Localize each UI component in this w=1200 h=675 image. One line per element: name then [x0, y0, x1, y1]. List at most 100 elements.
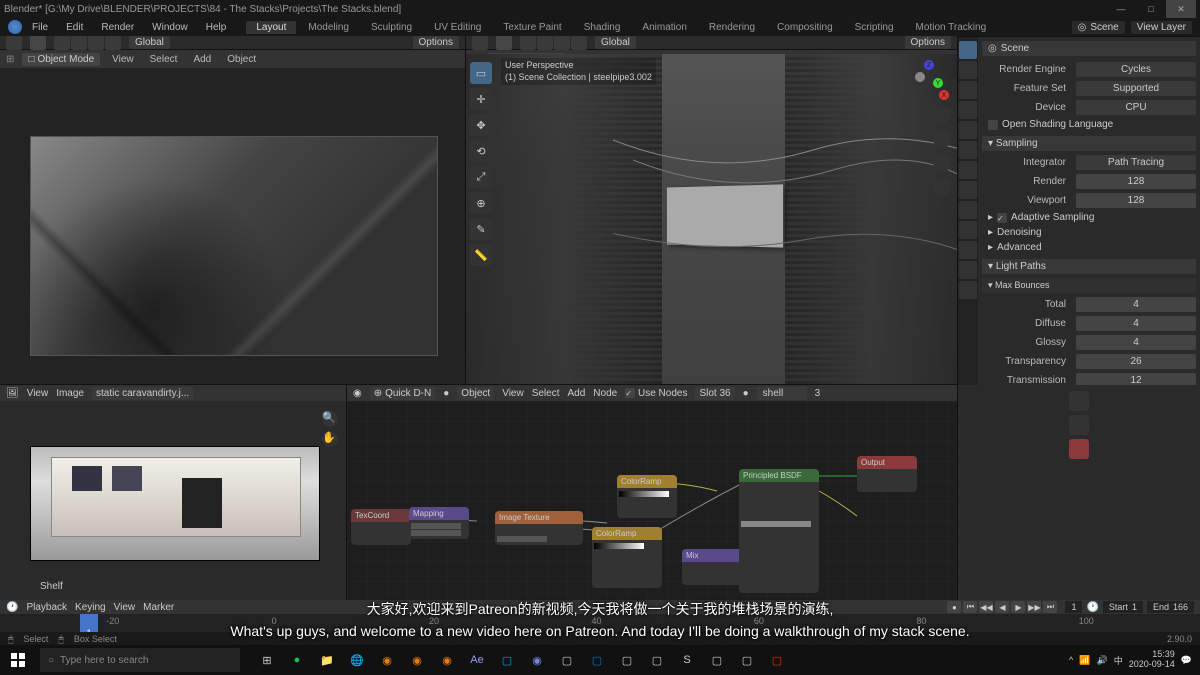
output-tab[interactable] [959, 61, 977, 79]
mix-node[interactable]: Mix [682, 549, 742, 585]
pan-icon[interactable]: ✋ [322, 431, 338, 447]
workspace-tab-sculpting[interactable]: Sculpting [361, 21, 422, 34]
colorramp-node-2[interactable]: ColorRamp [592, 527, 662, 588]
keying-menu[interactable]: Keying [75, 602, 106, 613]
lightpaths-header[interactable]: ▾ Light Paths [982, 259, 1196, 274]
editor-type-icon[interactable]: 🖼 [6, 388, 19, 399]
app-icon[interactable]: ◉ [432, 645, 462, 675]
object-tab[interactable] [959, 141, 977, 159]
measure-tool[interactable]: 📏 [470, 244, 492, 266]
steam-icon[interactable]: S [672, 645, 702, 675]
material-tab[interactable] [959, 261, 977, 279]
play-icon[interactable]: ▶ [1011, 601, 1025, 613]
navigation-gizmo[interactable]: X Y Z [909, 60, 949, 100]
data-tab[interactable] [959, 241, 977, 259]
feature-set-dropdown[interactable]: Supported [1076, 81, 1196, 96]
menu-render[interactable]: Render [93, 22, 142, 33]
select-menu[interactable]: Select [532, 388, 560, 399]
workspace-tab-shading[interactable]: Shading [574, 21, 631, 34]
aftereffects-icon[interactable]: Ae [462, 645, 492, 675]
node-menu[interactable]: Node [593, 388, 617, 399]
workspace-tab-animation[interactable]: Animation [632, 21, 696, 34]
image-name-field[interactable]: static caravandirty.j... [92, 387, 193, 400]
integrator-dropdown[interactable]: Path Tracing [1076, 155, 1196, 170]
glossy-bounces[interactable]: 4 [1076, 335, 1196, 350]
particle-tab[interactable] [959, 181, 977, 199]
render-samples[interactable]: 128 [1076, 174, 1196, 189]
app-icon[interactable]: ▢ [642, 645, 672, 675]
add-menu[interactable]: Add [189, 54, 215, 65]
chrome-icon[interactable]: 🌐 [342, 645, 372, 675]
node-canvas[interactable]: TexCoord Mapping Image Texture ColorRamp… [347, 401, 957, 600]
editor-type-icon[interactable]: 🕐 [6, 602, 18, 613]
scale-tool[interactable]: ⤢ [470, 166, 492, 188]
use-nodes-checkbox[interactable] [625, 388, 635, 398]
app-icon[interactable]: ▢ [732, 645, 762, 675]
workspace-tab-uv[interactable]: UV Editing [424, 21, 491, 34]
play-reverse-icon[interactable]: ◀ [995, 601, 1009, 613]
viewport-camera[interactable]: Global Options ⊞ □ Object Mode View Sele… [0, 36, 466, 384]
app-icon[interactable]: ▢ [582, 645, 612, 675]
texcoord-node[interactable]: TexCoord [351, 509, 411, 545]
start-frame-input[interactable]: Start 1 [1103, 601, 1143, 613]
workspace-tab-rendering[interactable]: Rendering [699, 21, 765, 34]
viewport-samples[interactable]: 128 [1076, 193, 1196, 208]
play-icon[interactable] [496, 36, 512, 50]
play-icon[interactable] [30, 36, 46, 50]
texture-tab[interactable] [959, 281, 977, 299]
zoom-icon[interactable]: 🔍 [322, 411, 338, 427]
editor-type-icon[interactable]: ⊞ [6, 54, 14, 65]
render-engine-dropdown[interactable]: Cycles [1076, 62, 1196, 77]
transparency-bounces[interactable]: 26 [1076, 354, 1196, 369]
workspace-tab-texture[interactable]: Texture Paint [493, 21, 571, 34]
tool-icon[interactable] [1069, 391, 1089, 411]
menu-edit[interactable]: Edit [58, 22, 91, 33]
osl-checkbox[interactable] [988, 120, 998, 130]
colorramp-node[interactable]: ColorRamp [617, 475, 677, 518]
workspace-tab-scripting[interactable]: Scripting [845, 21, 904, 34]
prev-key-icon[interactable]: ◀◀ [979, 601, 993, 613]
orientation-dropdown[interactable]: Global [129, 36, 170, 49]
spotify-icon[interactable]: ● [282, 645, 312, 675]
constraints-tab[interactable] [959, 221, 977, 239]
scene-breadcrumb[interactable]: ◎ Scene [982, 41, 1196, 56]
view-menu[interactable]: View [108, 54, 138, 65]
material-name[interactable]: shell [757, 387, 807, 400]
playback-menu[interactable]: Playback [26, 602, 67, 613]
camera-icon[interactable] [933, 154, 951, 172]
taskbar-search[interactable]: ○ Type here to search [40, 648, 240, 672]
snap-icon[interactable] [54, 36, 70, 50]
jump-end-icon[interactable]: ⏭ [1043, 601, 1057, 613]
cursor-tool-icon[interactable] [6, 36, 22, 50]
app-icon[interactable]: ▢ [612, 645, 642, 675]
object-menu[interactable]: Object [223, 54, 260, 65]
image-editor[interactable]: 🖼 View Image static caravandirty.j... 🔍 … [0, 385, 347, 600]
start-button[interactable] [0, 645, 36, 675]
tool-icon[interactable] [1069, 439, 1089, 459]
cursor-tool[interactable]: ✛ [470, 88, 492, 110]
annotate-tool[interactable]: ✎ [470, 218, 492, 240]
app-icon[interactable]: ▢ [552, 645, 582, 675]
total-bounces[interactable]: 4 [1076, 297, 1196, 312]
move-tool[interactable]: ✥ [470, 114, 492, 136]
render-tab[interactable] [959, 41, 977, 59]
rotate-tool[interactable]: ⟲ [470, 140, 492, 162]
workspace-tab-modeling[interactable]: Modeling [298, 21, 359, 34]
view-layer-selector[interactable]: View Layer [1131, 21, 1192, 34]
menu-file[interactable]: File [24, 22, 56, 33]
task-view-icon[interactable]: ⊞ [252, 645, 282, 675]
view-menu[interactable]: View [114, 602, 136, 613]
close-button[interactable]: ✕ [1166, 0, 1196, 18]
blender-icon[interactable]: ◉ [372, 645, 402, 675]
mode-dropdown[interactable]: □ Object Mode [22, 53, 100, 66]
view-menu[interactable]: View [502, 388, 524, 399]
zoom-icon[interactable] [933, 106, 951, 124]
ortho-icon[interactable] [933, 178, 951, 196]
clock[interactable]: 15:39 2020-09-14 [1129, 650, 1175, 670]
output-node[interactable]: Output [857, 456, 917, 492]
workspace-tab-motion[interactable]: Motion Tracking [906, 21, 997, 34]
select-box-tool[interactable]: ▭ [470, 62, 492, 84]
node-editor[interactable]: ◉ ⊕ Quick D-N ● Object View Select Add N… [347, 385, 957, 600]
next-key-icon[interactable]: ▶▶ [1027, 601, 1041, 613]
explorer-icon[interactable]: 📁 [312, 645, 342, 675]
